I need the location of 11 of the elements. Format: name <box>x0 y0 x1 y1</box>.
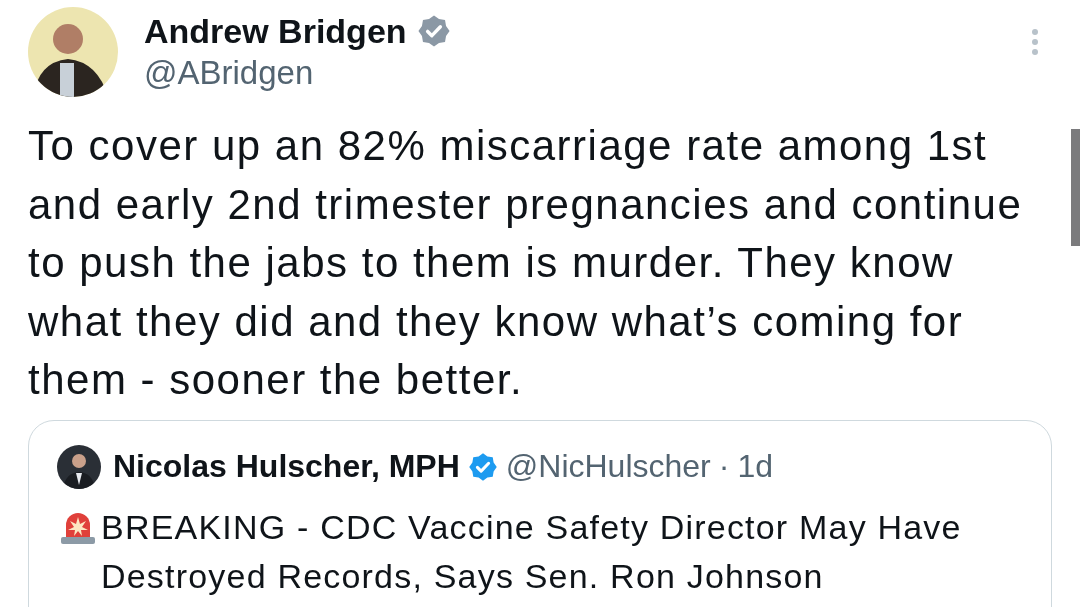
author-handle[interactable]: @ABridgen <box>144 52 451 94</box>
quoted-tweet-text: BREAKING - CDC Vaccine Safety Director May Have Destroyed Records, Says Sen. Ron Johnson <box>101 506 963 597</box>
quoted-author-handle[interactable]: @NicHulscher <box>505 448 711 485</box>
quoted-author-name[interactable]: Nicolas Hulscher, MPH <box>113 448 460 485</box>
scrollbar-thumb[interactable] <box>1071 129 1080 246</box>
avatar[interactable] <box>57 444 101 489</box>
author-name[interactable]: Andrew Bridgen <box>144 10 407 52</box>
quoted-tweet-card[interactable]: Nicolas Hulscher, MPH @NicHulscher · 1d BREAKING - CDC Vaccine Safety Director May Have Destroyed Records, Says Sen. Ron Johnson <box>28 419 1052 607</box>
tweet-text: To cover up an 82% miscarriage rate among 1st and early 2nd trimester pregnancies and continue to push the jabs to them is murder. They know what they did and they know what’s coming for them - sooner the better. <box>28 121 1024 405</box>
separator: · <box>718 448 730 485</box>
timestamp[interactable]: 1d <box>737 448 773 485</box>
